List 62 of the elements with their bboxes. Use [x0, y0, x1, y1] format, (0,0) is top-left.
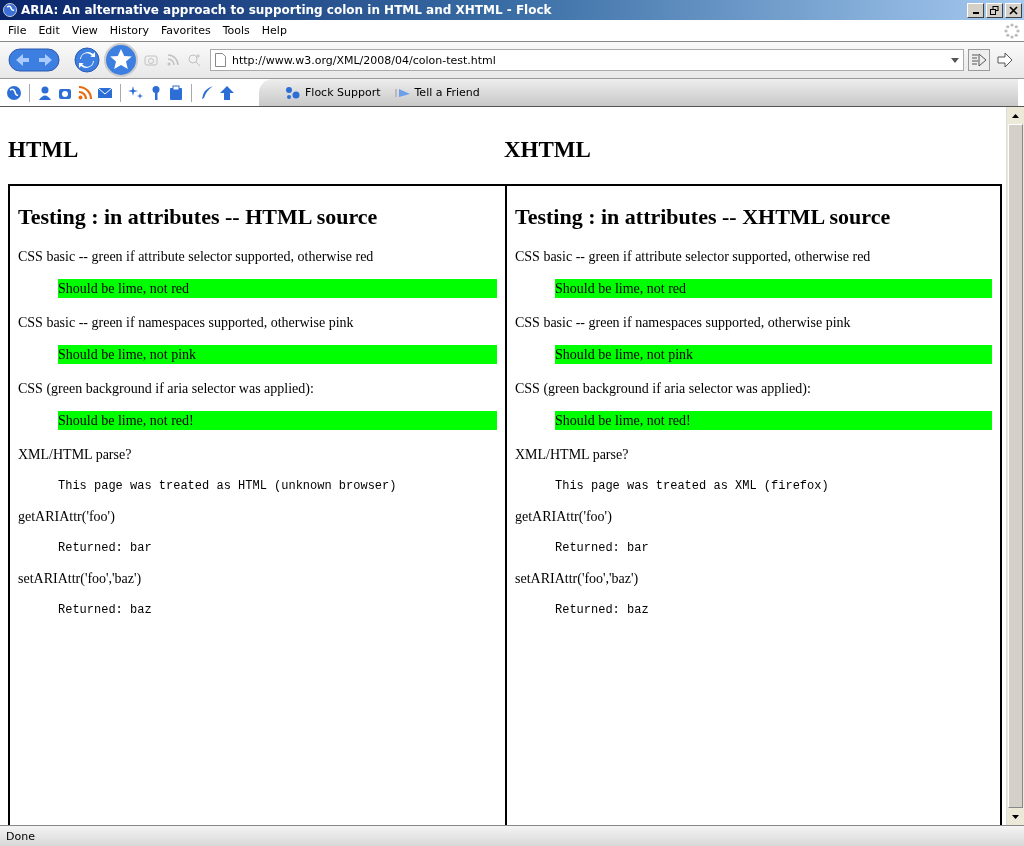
window-title: ARIA: An alternative approach to supporting colon in HTML and XHTML - Flock	[21, 3, 553, 17]
result-text: Returned: bar	[58, 540, 152, 557]
test-label: setARIAttr('foo','baz')	[18, 570, 142, 588]
status-text: Done	[6, 829, 35, 843]
person-icon[interactable]	[37, 84, 53, 101]
address-field[interactable]: http://www.w3.org/XML/2008/04/colon-test.html	[210, 49, 964, 71]
up-arrow-icon[interactable]	[1012, 113, 1019, 118]
close-icon	[1009, 5, 1018, 15]
minimize-icon	[972, 12, 979, 14]
upload-arrow-icon[interactable]	[219, 84, 235, 101]
result-text: Returned: bar	[555, 540, 649, 557]
section-heading: HTML	[8, 135, 79, 163]
result-text: This page was treated as HTML (unknown browser)	[58, 478, 397, 495]
result-text: Returned: baz	[58, 602, 152, 619]
restore-icon	[990, 5, 999, 15]
menu-item[interactable]: File	[3, 24, 34, 37]
test-label: getARIAttr('foo')	[515, 508, 612, 526]
menu-item[interactable]: View	[66, 24, 105, 37]
test-label: CSS (green background if aria selector was applied):	[18, 380, 314, 398]
test-label: CSS basic -- green if namespaces supported, otherwise pink	[515, 314, 851, 332]
menu-item[interactable]: History	[104, 24, 156, 37]
back-forward-button[interactable]	[8, 45, 60, 75]
test-label: CSS basic -- green if namespaces supported, otherwise pink	[18, 314, 354, 332]
color-test-bar: Should be lime, not red	[58, 279, 497, 298]
close-button[interactable]	[1005, 2, 1022, 18]
feed-icon[interactable]	[77, 84, 93, 101]
bookmark-link[interactable]: Tell a Friend	[394, 85, 480, 100]
bookmark-link[interactable]: Flock Support	[285, 85, 381, 100]
color-test-bar: Should be lime, not red!	[58, 411, 497, 430]
dots-icon	[285, 85, 301, 100]
restore-button[interactable]	[986, 2, 1003, 18]
test-label: setARIAttr('foo','baz')	[515, 570, 639, 588]
color-test-bar: Should be lime, not pink	[555, 345, 992, 364]
color-test-bar: Should be lime, not red	[555, 279, 992, 298]
section-heading: XHTML	[504, 135, 591, 163]
clipboard-icon[interactable]	[168, 84, 184, 101]
star-button[interactable]	[104, 43, 138, 77]
test-label: XML/HTML parse?	[515, 446, 629, 464]
menu-item[interactable]: Edit	[33, 24, 67, 37]
reload-button[interactable]	[74, 47, 100, 73]
down-arrow-icon[interactable]	[1012, 814, 1019, 819]
test-title: Testing : in attributes -- XHTML source	[515, 204, 891, 230]
dropdown-arrow-icon[interactable]	[951, 57, 959, 63]
test-label: XML/HTML parse?	[18, 446, 132, 464]
test-label: getARIAttr('foo')	[18, 508, 115, 526]
globe-icon[interactable]	[6, 84, 22, 101]
minimize-button[interactable]	[967, 2, 984, 18]
test-label: CSS basic -- green if attribute selector supported, otherwise red	[18, 248, 374, 266]
scrollbar[interactable]	[1006, 107, 1024, 825]
test-label: CSS (green background if aria selector was applied):	[515, 380, 811, 398]
globe-icon	[3, 3, 17, 17]
menu-item[interactable]: Help	[256, 24, 294, 37]
color-test-bar: Should be lime, not red!	[555, 411, 992, 430]
color-test-bar: Should be lime, not pink	[58, 345, 497, 364]
menu-item[interactable]: Tools	[217, 24, 257, 37]
test-label: CSS basic -- green if attribute selector supported, otherwise red	[515, 248, 871, 266]
menu-item[interactable]: Favorites	[156, 24, 218, 37]
result-text: This page was treated as XML (firefox)	[555, 478, 829, 495]
activity-indicator-icon	[1004, 22, 1020, 39]
page-icon	[215, 53, 226, 67]
test-title: Testing : in attributes -- HTML source	[18, 204, 378, 230]
result-text: Returned: baz	[555, 602, 649, 619]
